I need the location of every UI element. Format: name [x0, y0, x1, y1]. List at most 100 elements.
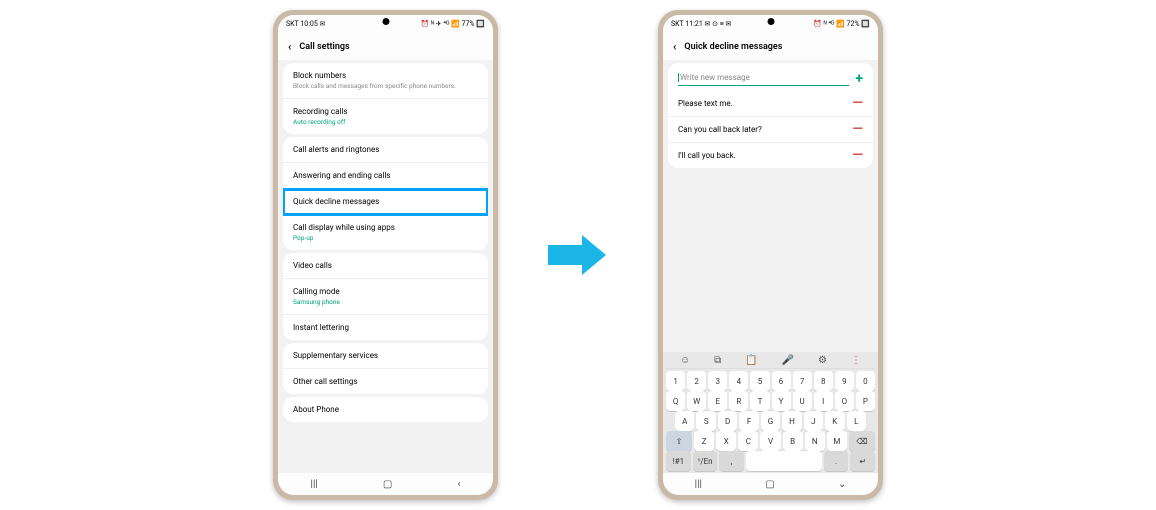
key[interactable]: B	[783, 431, 803, 451]
remove-message-icon[interactable]: —	[852, 126, 863, 133]
decline-message-row[interactable]: Please text me.—	[668, 91, 873, 117]
screen-right: SKT 11:21 ✉ ⊙ ≡ ✉ ⏰ ᴺ ⁴ᴳ 📶 72% 🔲 ‹ Quick…	[663, 15, 878, 495]
key[interactable]: K	[825, 411, 844, 431]
nav-home-icon[interactable]: ▢	[765, 479, 774, 490]
key[interactable]: ,	[719, 451, 744, 471]
settings-item[interactable]: Call alerts and ringtones	[283, 137, 488, 163]
space-key[interactable]	[746, 451, 822, 471]
key[interactable]: Q	[666, 391, 685, 411]
keyboard-toolbar-icon[interactable]: 📋	[745, 355, 757, 366]
key[interactable]: V	[760, 431, 780, 451]
key[interactable]: 9	[835, 371, 854, 391]
titlebar: ‹ Call settings	[278, 33, 493, 60]
status-left: SKT 11:21 ✉ ⊙ ≡ ✉	[671, 20, 731, 28]
keyboard-toolbar-icon[interactable]: ☺	[680, 355, 690, 366]
key[interactable]: 2	[687, 371, 706, 391]
key[interactable]: R	[729, 391, 748, 411]
key[interactable]: E	[708, 391, 727, 411]
key[interactable]: 0	[856, 371, 875, 391]
settings-item[interactable]: Calling modeSamsung phone	[283, 279, 488, 315]
back-icon[interactable]: ‹	[288, 41, 291, 52]
settings-item-label: Recording calls	[293, 107, 478, 116]
key[interactable]: 3	[708, 371, 727, 391]
navbar: ||| ▢ ⌄	[663, 473, 878, 495]
settings-item-label: Video calls	[293, 261, 478, 270]
keyboard-toolbar-icon[interactable]: ⋮	[851, 355, 861, 366]
new-message-input[interactable]: Write new message	[678, 73, 849, 86]
decline-message-row[interactable]: Can you call back later? —	[668, 117, 873, 143]
settings-item[interactable]: Other call settings	[283, 369, 488, 394]
settings-list[interactable]: Block numbersBlock calls and messages fr…	[278, 60, 493, 473]
nav-recents-icon[interactable]: |||	[311, 479, 318, 490]
remove-message-icon[interactable]: —	[852, 152, 863, 159]
key[interactable]: 1	[666, 371, 685, 391]
key[interactable]: 6	[772, 371, 791, 391]
keyboard-toolbar-icon[interactable]: ⧉	[714, 355, 721, 366]
key[interactable]: X	[716, 431, 736, 451]
key[interactable]: T	[750, 391, 769, 411]
keyboard[interactable]: ☺ ⧉ 📋 🎤 ⚙ ⋮ 1234567890 QWERTYUIOP ASDFGHJKL ⇧ZXC…	[663, 352, 878, 473]
settings-item[interactable]: Block numbersBlock calls and messages fr…	[283, 63, 488, 99]
keyboard-toolbar-icon[interactable]: 🎤	[782, 355, 794, 366]
settings-item[interactable]: Supplementary services	[283, 343, 488, 369]
nav-collapse-icon[interactable]: ⌄	[838, 479, 846, 490]
settings-item[interactable]: About Phone	[283, 397, 488, 422]
key[interactable]: F	[739, 411, 758, 431]
keyboard-row: !#1¹/En,.↵	[666, 451, 875, 471]
backspace-key[interactable]: ⌫	[849, 431, 875, 451]
key[interactable]: C	[738, 431, 758, 451]
phone-frame-right: SKT 11:21 ✉ ⊙ ≡ ✉ ⏰ ᴺ ⁴ᴳ 📶 72% 🔲 ‹ Quick…	[658, 10, 883, 500]
message-card: Write new message + Please text me.—Can …	[668, 63, 873, 168]
key[interactable]: Z	[694, 431, 714, 451]
key[interactable]: Y	[772, 391, 791, 411]
settings-item[interactable]: Quick decline messages	[283, 189, 488, 215]
decline-message-row[interactable]: I'll call you back.—	[668, 143, 873, 168]
status-right: ⏰ ᴺ ⁴ᴳ 📶 72% 🔲	[813, 20, 870, 28]
camera-hole	[767, 18, 774, 25]
key[interactable]: S	[696, 411, 715, 431]
key[interactable]: ¹/En	[693, 451, 718, 471]
key[interactable]: H	[782, 411, 801, 431]
key[interactable]: W	[687, 391, 706, 411]
nav-home-icon[interactable]: ▢	[383, 479, 392, 490]
key[interactable]: D	[718, 411, 737, 431]
key[interactable]: N	[805, 431, 825, 451]
settings-group: About Phone	[283, 397, 488, 422]
key[interactable]: G	[761, 411, 780, 431]
settings-group: Block numbersBlock calls and messages fr…	[283, 63, 488, 134]
key[interactable]: .	[824, 451, 849, 471]
shift-key[interactable]: ⇧	[666, 431, 692, 451]
settings-item[interactable]: Video calls	[283, 253, 488, 279]
key[interactable]: 4	[729, 371, 748, 391]
key[interactable]: 8	[814, 371, 833, 391]
key[interactable]: M	[827, 431, 847, 451]
key[interactable]: O	[835, 391, 854, 411]
key[interactable]: 7	[793, 371, 812, 391]
settings-item[interactable]: Recording callsAuto recording off	[283, 99, 488, 134]
settings-item-label: Answering and ending calls	[293, 171, 478, 180]
settings-item[interactable]: Answering and ending calls	[283, 163, 488, 189]
keyboard-toolbar-icon[interactable]: ⚙	[818, 355, 827, 366]
back-icon[interactable]: ‹	[673, 41, 676, 52]
settings-item-label: Calling mode	[293, 287, 478, 296]
key[interactable]: 5	[750, 371, 769, 391]
key[interactable]: A	[675, 411, 694, 431]
nav-recents-icon[interactable]: |||	[695, 479, 702, 490]
key[interactable]: P	[856, 391, 875, 411]
navbar: ||| ▢ ‹	[278, 473, 493, 495]
key[interactable]: U	[793, 391, 812, 411]
key[interactable]: I	[814, 391, 833, 411]
key[interactable]: !#1	[666, 451, 691, 471]
settings-item-sub: Pop-up	[293, 234, 478, 242]
settings-group: Supplementary servicesOther call setting…	[283, 343, 488, 394]
nav-back-icon[interactable]: ‹	[457, 479, 460, 490]
phone-frame-left: SKT 10:05 ✉ ⏰ ᴺ ✈ ⁴ᴳ 📶 77% 🔲 ‹ Call sett…	[273, 10, 498, 500]
add-message-icon[interactable]: +	[855, 71, 863, 87]
key[interactable]: L	[847, 411, 866, 431]
settings-item[interactable]: Call display while using appsPop-up	[283, 215, 488, 250]
settings-item[interactable]: Instant lettering	[283, 315, 488, 340]
key[interactable]: J	[804, 411, 823, 431]
decline-message-text: Can you call back later?	[678, 125, 762, 134]
remove-message-icon[interactable]: —	[852, 100, 863, 107]
key[interactable]: ↵	[850, 451, 875, 471]
